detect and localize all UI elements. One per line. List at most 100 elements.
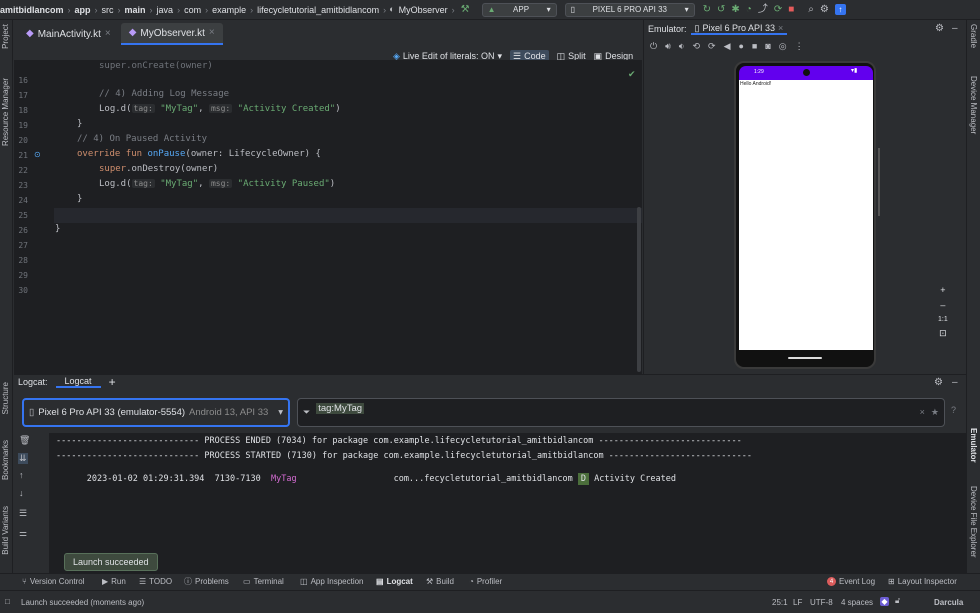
debug-icon[interactable]: ✱ [731, 4, 739, 15]
device-selector[interactable]: ▯ Pixel 6 Pro API 33 (emulator-5554) And… [22, 398, 290, 427]
version-control-button[interactable]: ⑂ Version Control [22, 577, 85, 586]
close-icon[interactable]: × [105, 29, 111, 39]
more-icon[interactable]: ⋮ [795, 42, 804, 51]
add-tab-icon[interactable]: + [109, 376, 116, 388]
param-hint: tag: [131, 104, 155, 113]
build-button[interactable]: ⚒ Build [426, 577, 454, 586]
param-hint: tag: [131, 179, 155, 188]
apply-code-changes-icon[interactable]: ↺ [717, 4, 725, 15]
profiler-button[interactable]: ◔ Profiler [469, 577, 502, 586]
gradle-tool-button[interactable]: Gradle [969, 24, 978, 48]
help-icon[interactable]: ? [951, 406, 956, 415]
zoom-actual-size-button[interactable]: 1:1 [938, 316, 948, 323]
layout-inspector-button[interactable]: ⊞ Layout Inspector [888, 577, 957, 586]
code-editor[interactable]: 16 17 18 19 20 21 22 23 24 25 26 27 28 2… [14, 60, 642, 374]
emulator-tool-button[interactable]: Emulator [969, 428, 978, 463]
refresh-icon[interactable]: ⟳ [774, 4, 782, 15]
minimize-icon[interactable]: – [952, 24, 958, 34]
zoom-out-icon[interactable]: – [940, 301, 945, 310]
logcat-output[interactable]: ---------------------------- PROCESS END… [49, 433, 966, 574]
gear-icon[interactable]: ⚙ [934, 378, 943, 388]
breadcrumb-java[interactable]: java [153, 5, 178, 15]
terminal-button[interactable]: ▭ Terminal [243, 577, 284, 586]
gesture-bar[interactable] [788, 357, 822, 359]
bookmarks-tool-button[interactable]: Bookmarks [1, 440, 10, 480]
build-variants-tool-button[interactable]: Build Variants [1, 506, 10, 555]
override-marker-icon[interactable]: ⊙ [34, 151, 41, 159]
update-icon[interactable]: ↑ [834, 4, 846, 15]
breadcrumb-com[interactable]: com [180, 5, 205, 15]
search-icon[interactable]: ⌕ [808, 4, 814, 15]
problems-button[interactable]: ⓘ Problems [184, 577, 229, 586]
editor-scrollbar[interactable] [637, 207, 641, 372]
clear-filter-icon[interactable]: × [920, 408, 925, 417]
device-file-explorer-tool-button[interactable]: Device File Explorer [969, 486, 978, 558]
indent-setting[interactable]: 4 spaces [841, 598, 873, 607]
arrow-up-icon[interactable]: ↑ [19, 471, 24, 480]
scroll-to-end-icon[interactable]: ⇊ [18, 453, 28, 464]
gear-icon[interactable]: ⚙ [935, 24, 944, 34]
volume-down-icon[interactable]: 🔉︎ [679, 42, 685, 51]
home-icon[interactable]: ● [738, 42, 743, 51]
arrow-down-icon[interactable]: ↓ [19, 489, 24, 498]
lock-icon[interactable]: 🔓︎ [895, 597, 900, 605]
attach-debugger-icon[interactable]: ⤴ [758, 4, 768, 15]
run-config-select[interactable]: ▲ APP ▾ [481, 2, 557, 17]
overview-icon[interactable]: ■ [752, 42, 757, 51]
breadcrumb-main[interactable]: main [121, 5, 150, 15]
tab-mainactivity[interactable]: ◆ MainActivity.kt × [18, 23, 119, 45]
breadcrumb-package[interactable]: lifecycletutorial_amitbidlancom [253, 5, 383, 15]
status-message[interactable]: Launch succeeded (moments ago) [21, 598, 144, 607]
plugin-icon[interactable]: ◆ [880, 597, 889, 606]
structure-tool-button[interactable]: Structure [1, 382, 10, 414]
apply-changes-icon[interactable]: ↻ [703, 4, 711, 15]
theme-name[interactable]: Darcula [934, 598, 963, 607]
camera-icon[interactable]: ◙ [765, 42, 770, 51]
todo-button[interactable]: ☰ TODO [139, 577, 172, 586]
app-inspection-button[interactable]: ◫ App Inspection [300, 577, 364, 586]
trash-icon[interactable]: 🗑︎ [19, 436, 30, 445]
tab-logcat[interactable]: Logcat [55, 376, 101, 388]
snapshot-icon[interactable]: ◎ [779, 42, 787, 51]
star-icon[interactable]: ★ [931, 408, 939, 417]
emulator-scrollbar[interactable] [878, 148, 880, 216]
emulator-device-tab[interactable]: ▯ Pixel 6 Pro API 33 × [690, 23, 788, 35]
back-icon[interactable]: ◀ [724, 42, 731, 51]
breadcrumb-src[interactable]: src [98, 5, 118, 15]
minimize-icon[interactable]: – [952, 378, 958, 388]
format-icon[interactable]: ⚌ [19, 529, 27, 538]
cursor-position[interactable]: 25:1 [772, 598, 788, 607]
tab-label: MyObserver.kt [140, 27, 205, 39]
file-encoding[interactable]: UTF-8 [810, 598, 833, 607]
event-log-button[interactable]: 4 Event Log [827, 577, 875, 586]
zoom-fit-icon[interactable]: ⊡ [939, 329, 947, 338]
panel-toggle-icon[interactable]: □ [5, 598, 10, 606]
project-tool-button[interactable]: Project [1, 24, 10, 49]
breadcrumb-project[interactable]: amitbidlancom [0, 5, 68, 15]
close-icon[interactable]: × [778, 23, 783, 33]
volume-up-icon[interactable]: 🔊︎ [665, 42, 671, 51]
zoom-in-icon[interactable]: + [940, 286, 945, 295]
tab-myobserver[interactable]: ◆ MyObserver.kt × [120, 23, 223, 45]
profile-icon[interactable]: ◔ [746, 4, 752, 15]
power-icon[interactable]: ⏻ [650, 42, 657, 51]
run-button[interactable]: ▶ Run [102, 577, 126, 586]
resource-manager-tool-button[interactable]: Resource Manager [1, 78, 10, 146]
logcat-button[interactable]: ▤ Logcat [376, 577, 413, 586]
breadcrumb-example[interactable]: example [208, 5, 250, 15]
gear-icon[interactable]: ⚙ [820, 4, 829, 15]
stop-icon[interactable]: ■ [788, 4, 794, 15]
breadcrumb-file[interactable]: MyObserver [395, 5, 452, 15]
device-select[interactable]: ▯ PIXEL 6 PRO API 33 ▾ [564, 2, 695, 17]
device-manager-tool-button[interactable]: Device Manager [969, 76, 978, 134]
rotate-left-icon[interactable]: ⟲ [692, 42, 700, 51]
hello-text: Hello Android! [740, 81, 772, 87]
line-separator[interactable]: LF [793, 598, 802, 607]
phone-screen[interactable]: Hello Android! [739, 80, 873, 350]
logcat-filter-input[interactable]: ⏷ tag:MyTag × ★ [297, 398, 945, 427]
rotate-right-icon[interactable]: ⟳ [708, 42, 716, 51]
soft-wrap-icon[interactable]: ☰ [19, 509, 27, 518]
breadcrumb-app[interactable]: app [71, 5, 95, 15]
close-icon[interactable]: × [209, 28, 215, 38]
hammer-icon[interactable]: ⚒ [461, 4, 470, 15]
